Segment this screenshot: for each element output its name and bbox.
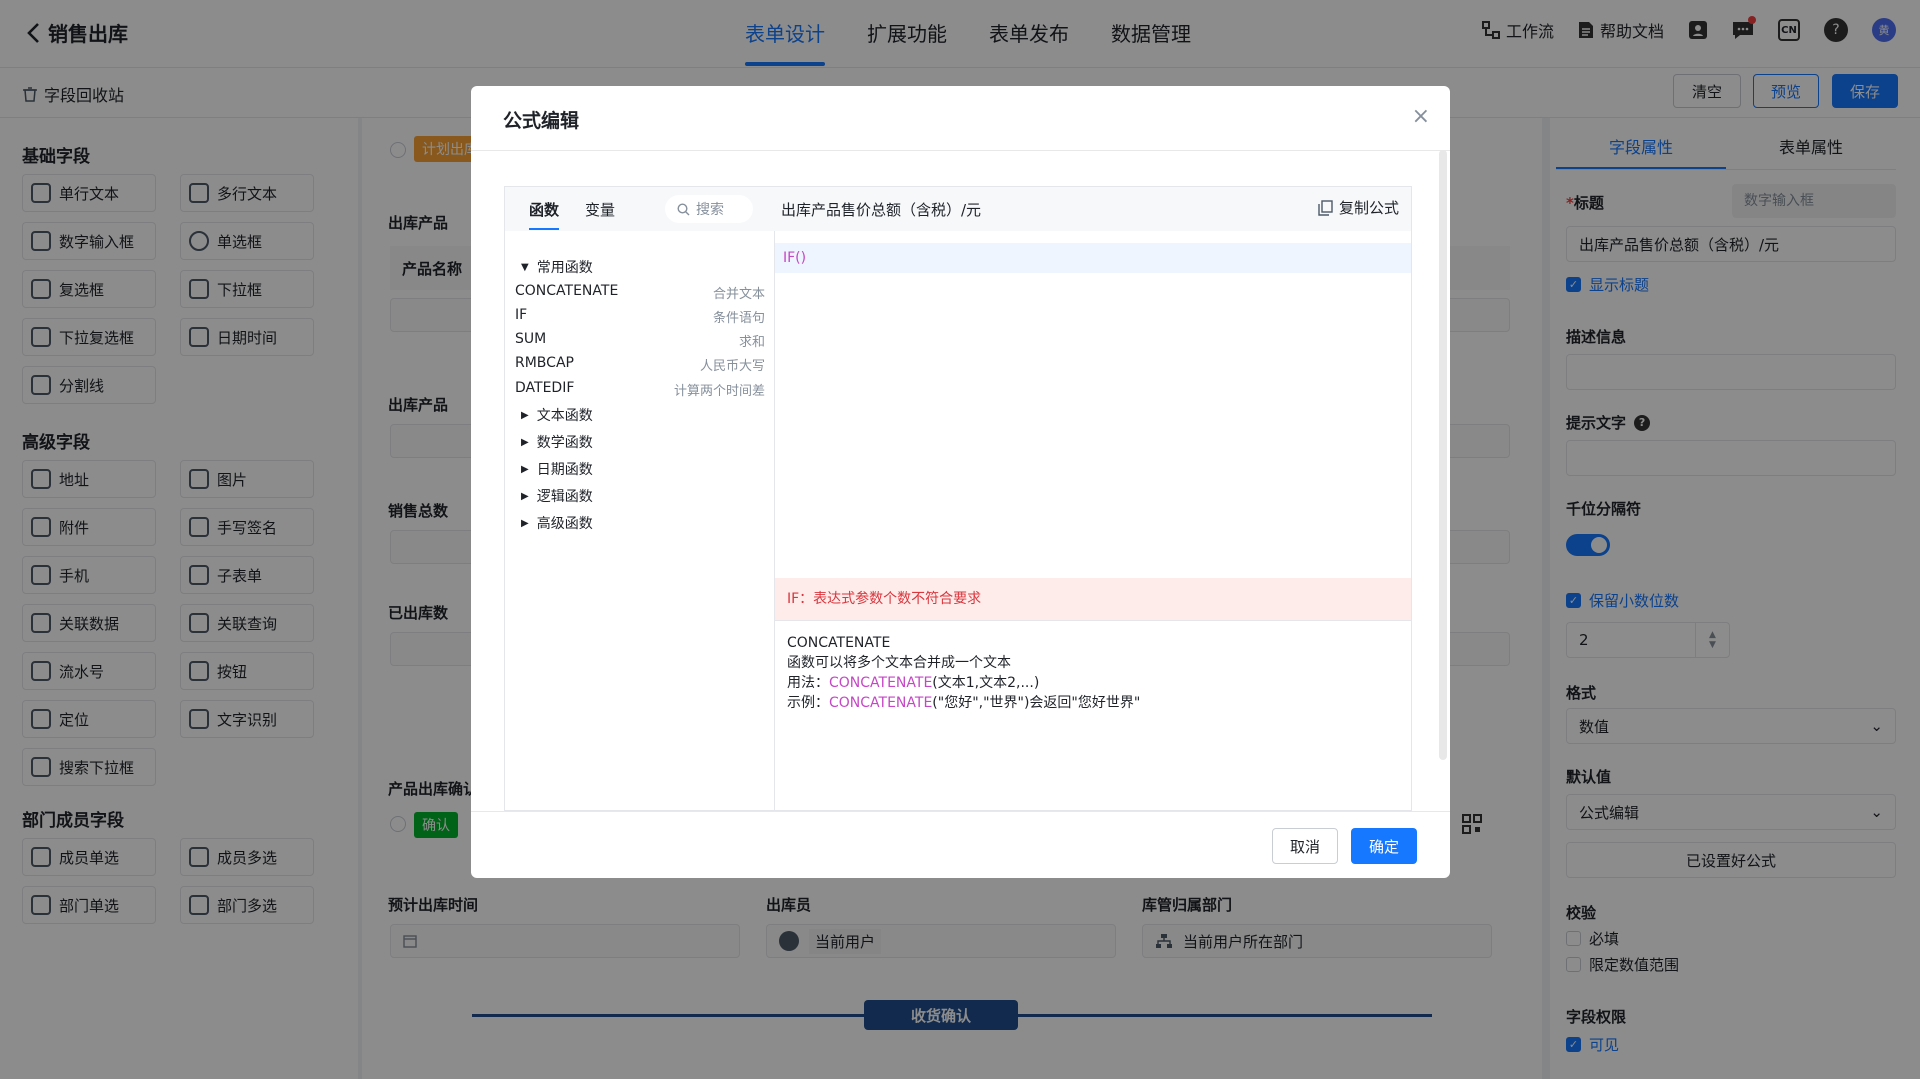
category-label: 文本函数 — [536, 408, 593, 424]
search-placeholder: 搜索 — [696, 202, 724, 218]
fn-desc: 合并文本 — [712, 287, 765, 302]
category-logic[interactable]: ▶ 逻辑函数 — [521, 486, 593, 506]
formula-panel: 出库产品售价总额（含税）/元 复制公式 IF() IF：表达式参数个数不符合要求… — [775, 187, 1411, 812]
formula-error: IF：表达式参数个数不符合要求 — [775, 578, 1411, 620]
formula-body: 函数 变量 搜索 ▼ 常用函数 CONCATENATE 合并文本 IF 条件语句 SU… — [504, 186, 1412, 812]
caret-right-icon: ▶ — [521, 409, 529, 421]
fn-name: CONCATENATE — [515, 283, 619, 299]
fn-desc: 人民币大写 — [699, 359, 765, 374]
caret-right-icon: ▶ — [521, 517, 529, 529]
category-advanced[interactable]: ▶ 高级函数 — [521, 513, 593, 533]
ok-button[interactable]: 确定 — [1351, 828, 1417, 864]
dialog-footer: 取消 确定 — [471, 811, 1450, 878]
fn-sum[interactable]: SUM 求和 — [515, 331, 765, 350]
formula-field-title: 出库产品售价总额（含税）/元 — [781, 201, 982, 219]
fn-desc: 计算两个时间差 — [673, 384, 765, 399]
fn-name: SUM — [515, 331, 547, 347]
category-label: 数学函数 — [536, 435, 593, 451]
help-usage: 用法：CONCATENATE(文本1,文本2,...) — [787, 675, 1040, 691]
help-fn-desc: 函数可以将多个文本合并成一个文本 — [787, 655, 1011, 671]
fn-name: IF — [515, 307, 528, 323]
fn-desc: 求和 — [738, 335, 765, 350]
fn-name: DATEDIF — [515, 380, 575, 396]
caret-right-icon: ▶ — [521, 463, 529, 475]
category-math[interactable]: ▶ 数学函数 — [521, 432, 593, 452]
fn-name: RMBCAP — [515, 355, 574, 371]
fn-if[interactable]: IF 条件语句 — [515, 307, 765, 326]
caret-down-icon: ▼ — [521, 261, 529, 273]
dialog-title: 公式编辑 — [503, 110, 580, 132]
category-label: 逻辑函数 — [536, 489, 593, 505]
category-common[interactable]: ▼ 常用函数 — [521, 257, 593, 277]
fn-desc: 条件语句 — [712, 311, 765, 326]
help-fn-name: CONCATENATE — [787, 635, 891, 651]
fn-rmbcap[interactable]: RMBCAP 人民币大写 — [515, 355, 765, 374]
tab-functions[interactable]: 函数 — [529, 199, 560, 230]
function-search-input[interactable]: 搜索 — [665, 195, 753, 223]
category-label: 日期函数 — [536, 462, 593, 478]
function-help: CONCATENATE 函数可以将多个文本合并成一个文本 用法：CONCATEN… — [775, 620, 1411, 725]
cancel-button[interactable]: 取消 — [1272, 828, 1338, 864]
caret-right-icon: ▶ — [521, 436, 529, 448]
formula-header: 出库产品售价总额（含税）/元 复制公式 — [775, 187, 1411, 231]
category-label: 高级函数 — [536, 516, 593, 532]
caret-right-icon: ▶ — [521, 490, 529, 502]
dialog-scrollbar[interactable] — [1439, 150, 1447, 760]
help-example: 示例：CONCATENATE("您好","世界")会返回"您好世界" — [787, 695, 1141, 711]
formula-editor[interactable]: IF() — [775, 243, 1411, 273]
category-date[interactable]: ▶ 日期函数 — [521, 459, 593, 479]
copy-icon — [1318, 199, 1333, 216]
copy-formula-button[interactable]: 复制公式 — [1318, 197, 1399, 218]
fn-concatenate[interactable]: CONCATENATE 合并文本 — [515, 283, 765, 302]
tab-variables[interactable]: 变量 — [585, 199, 615, 220]
fn-datedif[interactable]: DATEDIF 计算两个时间差 — [515, 380, 765, 399]
category-text[interactable]: ▶ 文本函数 — [521, 405, 593, 425]
formula-editor-dialog: 公式编辑 × 函数 变量 搜索 ▼ 常用函数 CONCATENATE 合并文本 IF… — [471, 86, 1450, 878]
dialog-divider — [471, 150, 1450, 151]
close-icon[interactable]: × — [1412, 104, 1430, 129]
copy-label: 复制公式 — [1338, 199, 1399, 217]
function-panel: 函数 变量 搜索 ▼ 常用函数 CONCATENATE 合并文本 IF 条件语句 SU… — [505, 187, 775, 812]
function-tabs: 函数 变量 搜索 — [505, 187, 775, 231]
category-label: 常用函数 — [536, 260, 593, 276]
search-icon — [677, 202, 690, 216]
